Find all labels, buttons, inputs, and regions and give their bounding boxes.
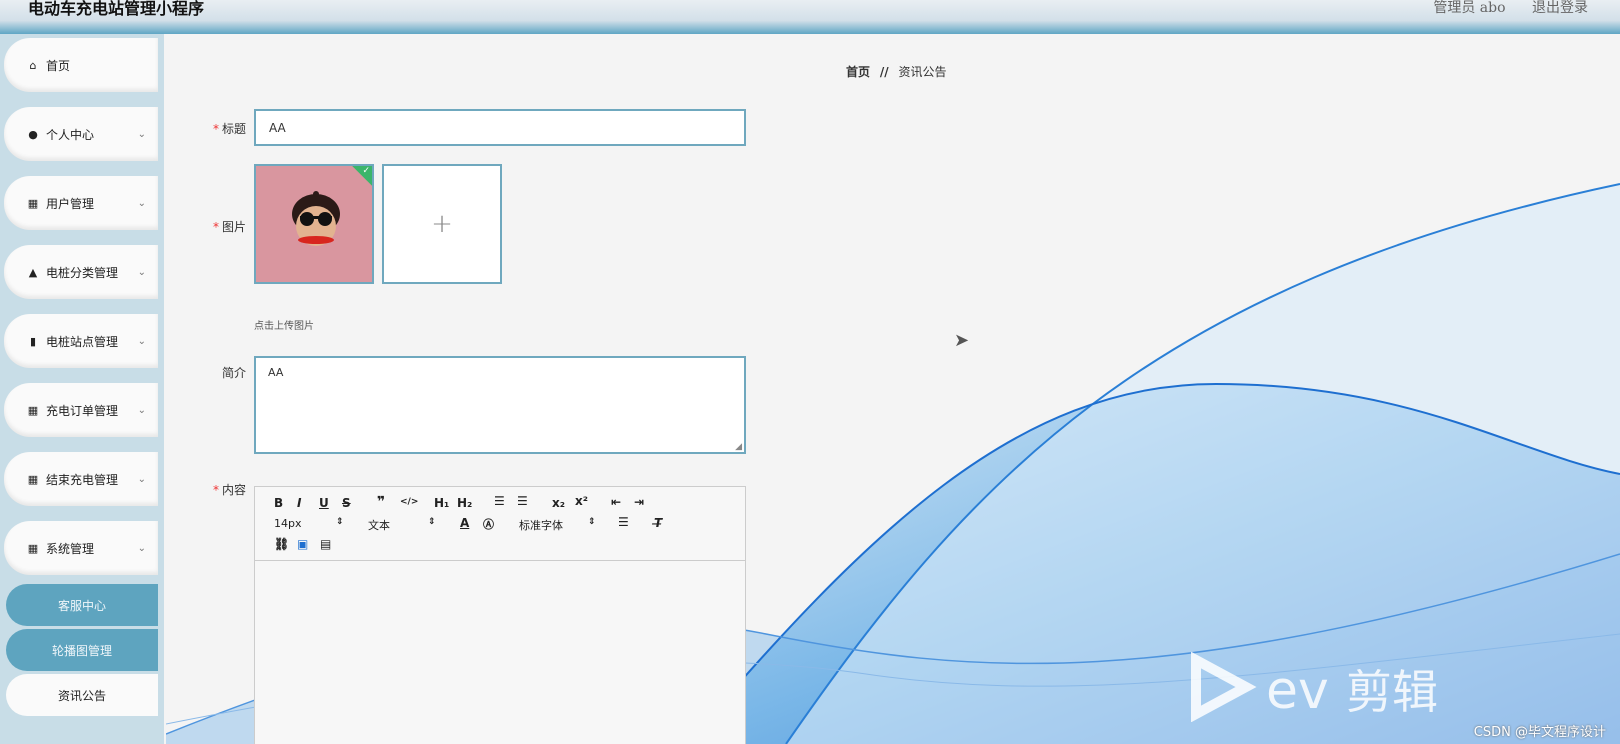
sidebar-item-user-management[interactable]: ▦ 用户管理 ⌄ [4, 176, 158, 230]
sidebar-item-charge-orders[interactable]: ▦ 充电订单管理 ⌄ [4, 383, 158, 437]
align-icon[interactable]: ☰ [618, 515, 629, 529]
breadcrumb-separator: // [879, 65, 889, 79]
sidebar-item-label: 电桩站点管理 [46, 334, 119, 349]
uploaded-image-thumbnail[interactable]: ✓ [254, 164, 374, 284]
submenu-carousel[interactable]: 轮播图管理 [6, 629, 158, 671]
sidebar-item-label: 电桩分类管理 [46, 265, 119, 280]
select-arrows-icon: ⇕ [428, 517, 436, 527]
top-right-area: 管理员 abo 退出登录 [1411, 0, 1588, 16]
top-bar: 电动车充电站管理小程序 管理员 abo 退出登录 [0, 0, 1620, 34]
sidebar-item-pile-station[interactable]: ▮ 电桩站点管理 ⌄ [4, 314, 158, 368]
select-arrows-icon: ⇕ [588, 517, 596, 527]
editor-content-area[interactable] [255, 561, 745, 744]
content-label: * 内容 [212, 483, 246, 497]
breadcrumb-current: 资讯公告 [898, 65, 947, 79]
superscript-icon[interactable]: x² [575, 494, 588, 508]
user-icon: ● [28, 127, 38, 141]
sidebar-item-label: 充电订单管理 [46, 403, 119, 418]
image-label: * 图片 [212, 220, 246, 234]
submenu-label: 轮播图管理 [51, 643, 112, 658]
underline-icon[interactable]: U [319, 496, 329, 510]
watermark: CSDN @毕文程序设计 [1473, 725, 1606, 740]
chevron-down-icon: ⌄ [137, 542, 146, 554]
bullet-list-icon[interactable]: ☰ [517, 494, 528, 508]
sidebar-item-label: 用户管理 [46, 196, 95, 211]
chevron-down-icon: ⌄ [137, 197, 146, 209]
background-color-icon[interactable]: Ⓐ [483, 516, 494, 532]
current-user[interactable]: 管理员 abo [1433, 0, 1505, 16]
submenu-label: 资讯公告 [57, 688, 106, 703]
main-content: 首页 // 资讯公告 * 标题 AA * 图片 ✓ + 点击上传图片 简介 AA ◢ [166, 34, 1620, 744]
indent-icon[interactable]: ⇥ [634, 495, 644, 509]
ordered-list-icon[interactable]: ☰ [494, 494, 505, 508]
sidebar-item-pile-category[interactable]: ▲ 电桩分类管理 ⌄ [4, 245, 158, 299]
header1-icon[interactable]: H₁ [434, 496, 449, 510]
resize-handle-icon[interactable]: ◢ [735, 442, 742, 452]
subscript-icon[interactable]: x₂ [552, 496, 565, 510]
sidebar-item-home[interactable]: ⌂ 首页 [4, 38, 158, 92]
code-icon[interactable]: </> [400, 497, 418, 507]
italic-icon[interactable]: I [297, 496, 301, 510]
grid-icon: ▦ [27, 403, 39, 417]
title-input[interactable]: AA [254, 109, 746, 146]
monkey-avatar-image [292, 191, 340, 246]
app-title: 电动车充电站管理小程序 [28, 0, 205, 18]
strike-icon[interactable]: S [342, 496, 351, 510]
submenu-label: 客服中心 [57, 598, 106, 613]
thumb-icon: ▲ [28, 265, 38, 279]
sidebar: ⌂ 首页 ● 个人中心 ⌄ ▦ 用户管理 ⌄ ▲ 电桩分类管理 ⌄ ▮ 电桩站点… [0, 34, 164, 744]
breadcrumb: 首页 // 资讯公告 [846, 63, 946, 80]
sidebar-item-personal-center[interactable]: ● 个人中心 ⌄ [4, 107, 158, 161]
intro-label: 简介 [221, 366, 246, 380]
sidebar-item-label: 个人中心 [46, 127, 95, 142]
paragraph-select[interactable]: 文本 [368, 517, 390, 533]
check-icon: ✓ [362, 166, 370, 176]
submenu-customer-service[interactable]: 客服中心 [6, 584, 158, 626]
ev-recorder-logo: ev 剪辑 [1191, 652, 1438, 722]
select-arrows-icon: ⇕ [336, 517, 344, 527]
video-icon[interactable]: ▤ [320, 537, 331, 551]
sidebar-item-end-charging[interactable]: ▦ 结束充电管理 ⌄ [4, 452, 158, 506]
grid-icon: ▦ [27, 196, 39, 210]
title-input-value: AA [269, 121, 286, 135]
font-size-select[interactable]: 14px [274, 517, 302, 530]
chevron-down-icon: ⌄ [137, 128, 146, 140]
intro-textarea-value: AA [268, 366, 284, 379]
clear-format-icon[interactable]: T̶ [654, 516, 662, 530]
home-icon: ⌂ [29, 58, 37, 72]
svg-text:ev: ev [1266, 661, 1329, 721]
image-icon[interactable]: ▣ [297, 537, 308, 551]
sidebar-item-label: 首页 [46, 58, 71, 73]
blockquote-icon[interactable]: ❞ [377, 494, 385, 510]
link-icon[interactable]: ⛓ [274, 537, 289, 551]
book-icon: ▮ [29, 334, 37, 348]
mouse-cursor-icon: ➤ [954, 330, 970, 351]
chevron-down-icon: ⌄ [137, 266, 146, 278]
svg-text:剪辑: 剪辑 [1346, 665, 1438, 719]
editor-toolbar: B I U S ❞ </> H₁ H₂ ☰ ☰ x₂ x² ⇤ ⇥ 14px ⇕… [262, 486, 758, 561]
breadcrumb-home[interactable]: 首页 [846, 65, 870, 79]
grid-icon: ▦ [27, 472, 39, 486]
upload-hint: 点击上传图片 [254, 321, 314, 332]
upload-add-button[interactable]: + [382, 164, 502, 284]
header2-icon[interactable]: H₂ [457, 496, 472, 510]
chevron-down-icon: ⌄ [137, 473, 146, 485]
plus-icon: + [431, 209, 453, 239]
submenu-news[interactable]: 资讯公告 [6, 674, 158, 716]
font-family-select[interactable]: 标准字体 [519, 517, 563, 533]
title-label: * 标题 [212, 122, 246, 136]
grid-icon: ▦ [27, 541, 39, 555]
font-color-icon[interactable]: A [460, 516, 469, 530]
chevron-down-icon: ⌄ [137, 404, 146, 416]
logout-link[interactable]: 退出登录 [1532, 0, 1588, 16]
intro-textarea[interactable]: AA ◢ [254, 356, 746, 454]
chevron-down-icon: ⌄ [137, 335, 146, 347]
bold-icon[interactable]: B [274, 496, 283, 510]
sidebar-item-label: 结束充电管理 [46, 472, 119, 487]
sidebar-item-system[interactable]: ▦ 系统管理 ⌄ [4, 521, 158, 575]
outdent-icon[interactable]: ⇤ [611, 495, 621, 509]
sidebar-item-label: 系统管理 [46, 541, 95, 556]
